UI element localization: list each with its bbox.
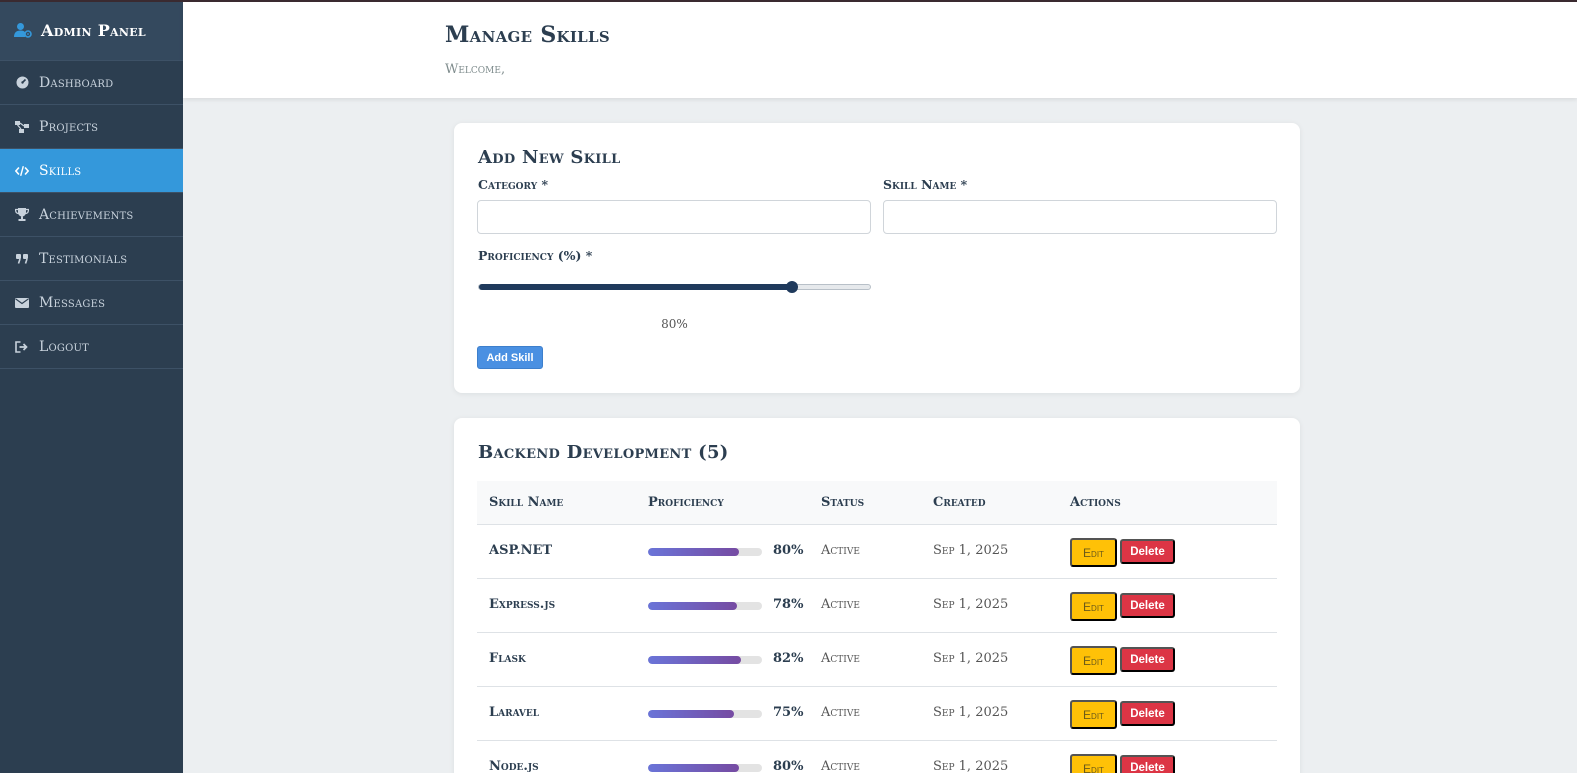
code-icon	[15, 164, 29, 178]
sidebar-item-label: Messages	[39, 294, 106, 311]
brand: Admin Panel	[0, 0, 183, 61]
brand-title: Admin Panel	[41, 20, 146, 40]
edit-button[interactable]: Edit	[1070, 700, 1117, 729]
skill-name: ASP.NET	[489, 543, 553, 558]
proficiency-bar-fill	[648, 764, 740, 772]
edit-button[interactable]: Edit	[1070, 538, 1117, 567]
user-gear-icon	[14, 23, 32, 38]
sidebar-item-label: Achievements	[39, 206, 134, 223]
proficiency-percent: 75%	[773, 705, 804, 720]
created-date: Sep 1, 2025	[933, 651, 1009, 666]
edit-button[interactable]: Edit	[1070, 646, 1117, 675]
category-heading: Backend Development (5)	[478, 442, 729, 463]
envelope-icon	[15, 296, 29, 310]
proficiency-label: Proficiency (%) *	[478, 248, 593, 263]
header-actions: Actions	[1070, 495, 1121, 510]
slider-fill	[479, 284, 792, 290]
delete-button[interactable]: Delete	[1120, 701, 1175, 726]
slider-thumb[interactable]	[785, 281, 798, 293]
sidebar-item-label: Dashboard	[39, 74, 114, 91]
sidebar-item-logout[interactable]: Logout	[0, 325, 183, 369]
proficiency-bar	[648, 656, 762, 664]
created-date: Sep 1, 2025	[933, 597, 1009, 612]
add-skill-button[interactable]: Add Skill	[477, 346, 543, 369]
trophy-icon	[15, 208, 29, 222]
sidebar-item-label: Projects	[39, 118, 99, 135]
table-row: Laravel 75% Active Sep 1, 2025 Edit Dele…	[477, 687, 1277, 741]
proficiency-bar-fill	[648, 710, 734, 718]
skill-name: Flask	[489, 651, 526, 666]
status-text: Active	[821, 597, 860, 612]
proficiency-bar	[648, 602, 762, 610]
skills-table: Skill Name Proficiency Status Created Ac…	[477, 481, 1277, 773]
table-row: Express.js 78% Active Sep 1, 2025 Edit D…	[477, 579, 1277, 633]
category-label: Category *	[478, 177, 549, 192]
status-text: Active	[821, 759, 860, 773]
proficiency-percent: 82%	[773, 651, 804, 666]
sidebar-nav: Dashboard Projects Skills Achievements T…	[0, 61, 183, 369]
proficiency-percent: 80%	[773, 543, 804, 558]
page-title: Manage Skills	[445, 22, 611, 48]
page-header: Manage Skills Welcome,	[183, 2, 1577, 98]
status-text: Active	[821, 705, 860, 720]
add-skill-title: Add New Skill	[478, 147, 621, 168]
skill-name-input[interactable]	[883, 200, 1277, 234]
table-header: Skill Name Proficiency Status Created Ac…	[477, 481, 1277, 525]
delete-button[interactable]: Delete	[1120, 593, 1175, 618]
proficiency-bar	[648, 710, 762, 718]
proficiency-bar-fill	[648, 602, 737, 610]
gauge-icon	[15, 76, 29, 90]
header-status: Status	[821, 495, 865, 510]
header-created: Created	[933, 495, 986, 510]
proficiency-slider[interactable]	[478, 281, 871, 293]
table-row: Flask 82% Active Sep 1, 2025 Edit Delete	[477, 633, 1277, 687]
delete-button[interactable]: Delete	[1120, 539, 1175, 564]
skill-name-label: Skill Name *	[883, 177, 968, 192]
delete-button[interactable]: Delete	[1120, 755, 1175, 773]
sign-out-icon	[15, 340, 29, 354]
sidebar-item-skills[interactable]: Skills	[0, 149, 183, 193]
header-proficiency: Proficiency	[648, 495, 724, 510]
sidebar-item-dashboard[interactable]: Dashboard	[0, 61, 183, 105]
skill-name: Express.js	[489, 597, 556, 612]
proficiency-bar-fill	[648, 548, 740, 556]
skill-name: Node.js	[489, 759, 539, 773]
created-date: Sep 1, 2025	[933, 705, 1009, 720]
sidebar-item-projects[interactable]: Projects	[0, 105, 183, 149]
sidebar-item-testimonials[interactable]: Testimonials	[0, 237, 183, 281]
proficiency-percent: 78%	[773, 597, 804, 612]
edit-button[interactable]: Edit	[1070, 592, 1117, 621]
sidebar-item-label: Logout	[39, 338, 89, 355]
category-input[interactable]	[477, 200, 871, 234]
status-text: Active	[821, 543, 860, 558]
sidebar-item-achievements[interactable]: Achievements	[0, 193, 183, 237]
table-row: Node.js 80% Active Sep 1, 2025 Edit Dele…	[477, 741, 1277, 773]
sidebar: Admin Panel Dashboard Projects Skills Ac…	[0, 0, 183, 773]
proficiency-value: 80%	[661, 317, 688, 331]
proficiency-bar-fill	[648, 656, 742, 664]
skill-name: Laravel	[489, 705, 540, 720]
edit-button[interactable]: Edit	[1070, 754, 1117, 773]
welcome-text: Welcome,	[445, 62, 506, 77]
add-skill-card: Add New Skill Category * Skill Name * Pr…	[454, 123, 1300, 393]
proficiency-percent: 80%	[773, 759, 804, 773]
delete-button[interactable]: Delete	[1120, 647, 1175, 672]
proficiency-bar	[648, 764, 762, 772]
sidebar-item-messages[interactable]: Messages	[0, 281, 183, 325]
table-row: ASP.NET 80% Active Sep 1, 2025 Edit Dele…	[477, 525, 1277, 579]
created-date: Sep 1, 2025	[933, 543, 1009, 558]
top-border	[0, 0, 1577, 2]
skills-table-card: Backend Development (5) Skill Name Profi…	[454, 418, 1300, 773]
header-skill-name: Skill Name	[489, 495, 564, 510]
project-diagram-icon	[15, 120, 29, 134]
proficiency-bar	[648, 548, 762, 556]
sidebar-item-label: Testimonials	[39, 250, 128, 267]
created-date: Sep 1, 2025	[933, 759, 1009, 773]
sidebar-item-label: Skills	[39, 162, 82, 179]
status-text: Active	[821, 651, 860, 666]
quote-icon	[15, 252, 29, 266]
